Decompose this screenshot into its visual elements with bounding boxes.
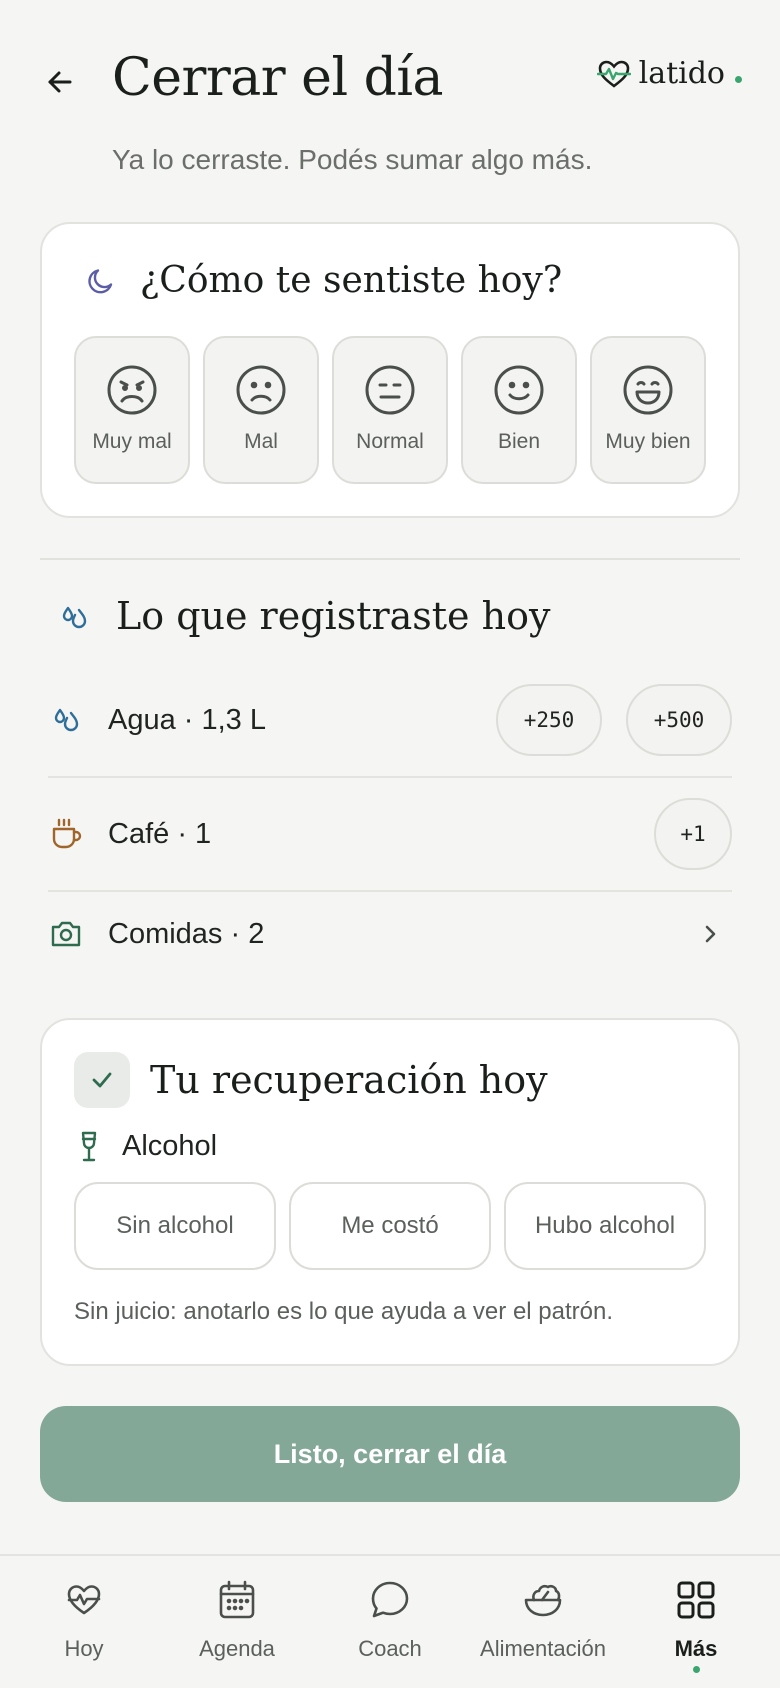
brand-logo: latido — [596, 56, 742, 91]
alcohol-label: Alcohol — [78, 1130, 217, 1163]
water-drops-icon — [54, 708, 79, 732]
smile-face-icon — [494, 365, 544, 415]
add-water-250-button[interactable]: +250 — [496, 684, 602, 756]
brand-name: latido — [638, 56, 725, 91]
meals-label: Comidas · 2 — [108, 917, 265, 950]
mood-option-label: Bien — [497, 430, 541, 453]
nav-label: Más — [674, 1636, 718, 1661]
wine-glass-icon — [81, 1131, 97, 1161]
brand-dot — [735, 76, 742, 83]
mood-option-muy-mal[interactable]: Muy mal — [74, 336, 190, 484]
close-day-button[interactable]: Listo, cerrar el día — [40, 1406, 740, 1502]
mood-option-muy-bien[interactable]: Muy bien — [590, 336, 706, 484]
nav-label: Agenda — [199, 1636, 275, 1661]
big-smile-face-icon — [623, 365, 673, 415]
mood-card: ¿Cómo te sentiste hoy? Muy mal Mal Norma… — [40, 222, 740, 518]
alcohol-option-me-costo[interactable]: Me costó — [289, 1182, 491, 1270]
recovery-note: Sin juicio: anotarlo es lo que ayuda a v… — [74, 1298, 614, 1325]
mood-option-label: Muy mal — [92, 430, 172, 453]
coffee-cup-icon — [52, 818, 82, 849]
very-sad-face-icon — [107, 365, 157, 415]
chat-bubble-icon — [371, 1581, 409, 1618]
mood-header: ¿Cómo te sentiste hoy? — [86, 260, 562, 301]
nav-label: Hoy — [64, 1636, 104, 1661]
moon-icon — [88, 268, 113, 293]
sad-face-icon — [236, 365, 286, 415]
calendar-icon — [219, 1580, 255, 1619]
meals-row[interactable]: Comidas · 2 — [48, 898, 732, 970]
nav-item-alimentacion[interactable]: Alimentación — [465, 1556, 621, 1688]
recovery-check — [74, 1052, 130, 1108]
mood-option-label: Normal — [356, 430, 424, 453]
water-drops-icon — [62, 606, 87, 629]
coffee-row: Café · 1 +1 — [48, 798, 732, 870]
heart-pulse-icon — [67, 1585, 101, 1615]
water-label: Agua · 1,3 L — [108, 703, 266, 736]
grid-icon — [677, 1581, 715, 1619]
mood-option-mal[interactable]: Mal — [203, 336, 319, 484]
arrow-left-icon — [48, 71, 72, 93]
mood-option-normal[interactable]: Normal — [332, 336, 448, 484]
coffee-label: Café · 1 — [108, 817, 212, 850]
alcohol-option-hubo-alcohol[interactable]: Hubo alcohol — [504, 1182, 706, 1270]
bottom-nav: Hoy Agenda Coach Alimentación Más — [0, 1554, 780, 1688]
neutral-face-icon — [365, 365, 415, 415]
recovery-card: Tu recuperación hoy Alcohol Sin alcohol … — [40, 1018, 740, 1366]
mood-option-label: Mal — [244, 430, 278, 453]
nav-item-agenda[interactable]: Agenda — [159, 1556, 315, 1688]
nav-item-hoy[interactable]: Hoy — [6, 1556, 162, 1688]
add-coffee-button[interactable]: +1 — [654, 798, 732, 870]
registered-title: Lo que registraste hoy — [116, 594, 551, 638]
add-water-500-button[interactable]: +500 — [626, 684, 732, 756]
alcohol-label-text: Alcohol — [122, 1130, 218, 1162]
page-subtitle: Ya lo cerraste. Podés sumar algo más. — [112, 144, 593, 175]
nav-label: Alimentación — [480, 1636, 606, 1661]
chevron-right-icon — [705, 925, 716, 943]
mood-options: Muy mal Mal Normal Bien Muy bien — [74, 336, 706, 484]
mood-option-label: Muy bien — [605, 430, 691, 453]
row-divider — [48, 890, 732, 892]
water-row: Agua · 1,3 L +250 +500 — [48, 684, 732, 756]
camera-icon — [51, 921, 81, 947]
row-divider — [48, 776, 732, 778]
header: Cerrar el día latido Ya lo cerraste. Pod… — [0, 0, 780, 200]
section-divider — [40, 558, 740, 560]
back-button[interactable] — [40, 62, 80, 102]
alcohol-options: Sin alcohol Me costó Hubo alcohol — [74, 1182, 706, 1270]
registered-header: Lo que registraste hoy — [58, 594, 550, 638]
nav-item-coach[interactable]: Coach — [312, 1556, 468, 1688]
salad-bowl-icon — [524, 1584, 562, 1617]
recovery-header: Tu recuperación hoy — [74, 1052, 548, 1108]
alcohol-option-sin-alcohol[interactable]: Sin alcohol — [74, 1182, 276, 1270]
heart-pulse-logo-icon — [596, 60, 631, 88]
recovery-title: Tu recuperación hoy — [150, 1058, 548, 1102]
nav-item-mas[interactable]: Más — [618, 1556, 774, 1688]
page-title: Cerrar el día — [112, 48, 444, 108]
active-indicator-dot — [692, 1666, 700, 1673]
nav-label: Coach — [358, 1636, 422, 1661]
mood-question: ¿Cómo te sentiste hoy? — [140, 260, 563, 301]
check-icon — [92, 1072, 112, 1088]
mood-option-bien[interactable]: Bien — [461, 336, 577, 484]
